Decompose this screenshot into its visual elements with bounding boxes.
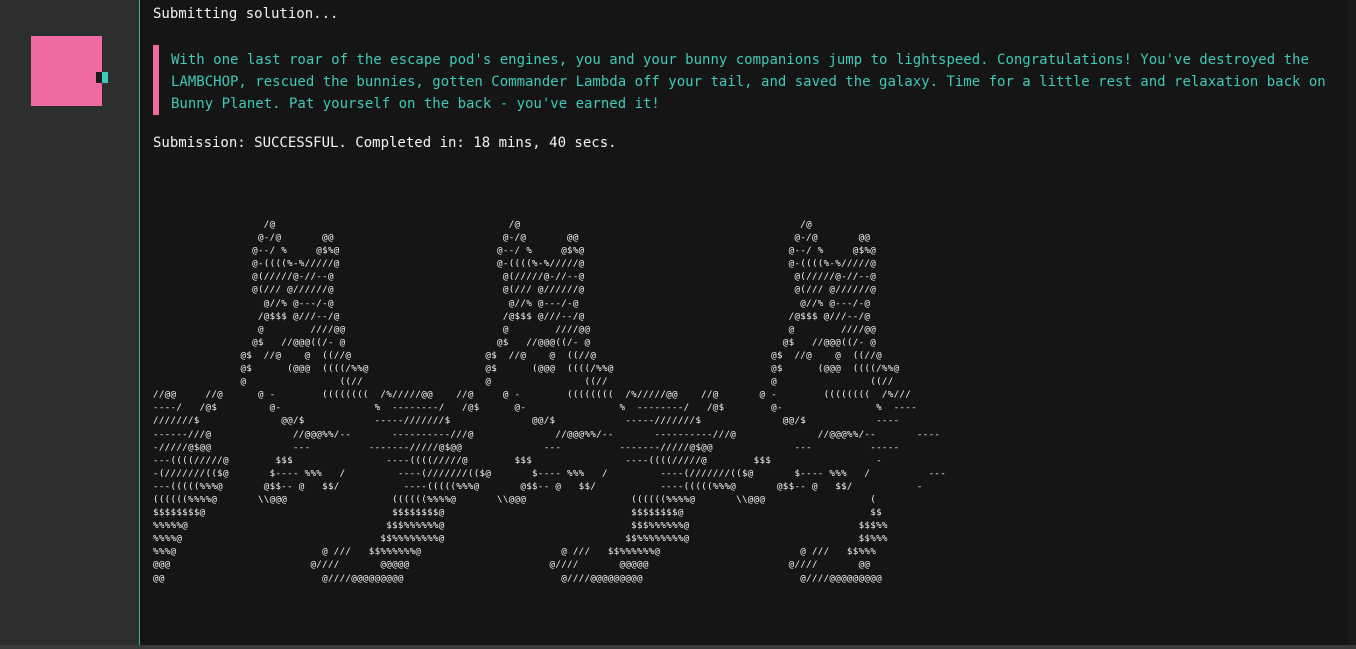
story-message: With one last roar of the escape pod's e… xyxy=(153,45,1333,115)
terminal-window[interactable]: Submitting solution... With one last roa… xyxy=(139,0,1356,645)
story-message-text: With one last roar of the escape pod's e… xyxy=(171,52,1326,112)
scrollbar[interactable] xyxy=(1348,0,1356,645)
bunny-avatar-icon xyxy=(31,36,102,106)
avatar-ear-icon xyxy=(102,72,108,83)
status-line: Submitting solution... xyxy=(153,6,339,22)
sidebar xyxy=(0,0,139,645)
ascii-art-bunnies: /@ /@ /@ @-/@ @@ @-/@ @@ @-/@ @@ @--/ % … xyxy=(153,219,947,584)
submission-result: Submission: SUCCESSFUL. Completed in: 18… xyxy=(153,135,617,151)
bottom-bar xyxy=(0,645,1356,649)
